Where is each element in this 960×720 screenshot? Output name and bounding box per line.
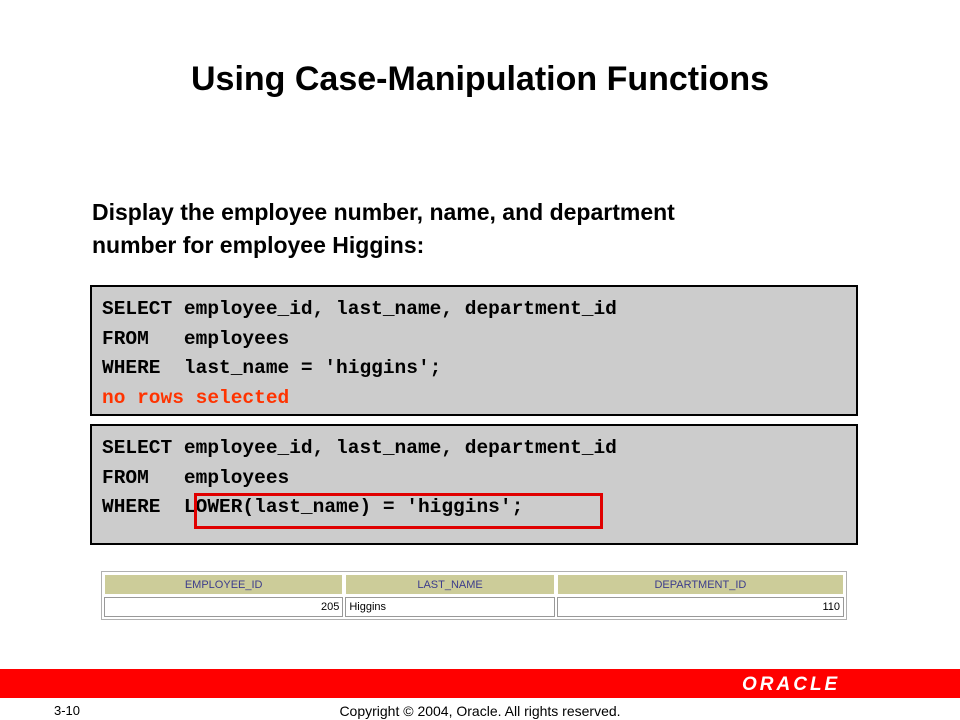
table-row: 205 Higgins 110 [104,597,844,617]
cell-employee-id: 205 [104,597,344,617]
cell-department-id: 110 [556,597,844,617]
intro-text: Display the employee number, name, and d… [92,196,872,262]
query2-line-1: SELECT employee_id, last_name, departmen… [102,437,617,459]
result-header-row: EMPLOYEE_ID LAST_NAME DEPARTMENT_ID [104,574,844,595]
slide-title: Using Case-Manipulation Functions [190,60,770,98]
query1-line-3: WHERE last_name = 'higgins'; [102,357,442,379]
intro-line-1: Display the employee number, name, and d… [92,199,675,225]
query-box-1: SELECT employee_id, last_name, departmen… [90,285,858,416]
column-header-last-name: LAST_NAME [345,574,555,595]
result-table: EMPLOYEE_ID LAST_NAME DEPARTMENT_ID 205 … [101,571,847,620]
query1-result-message: no rows selected [102,386,290,409]
cell-last-name: Higgins [345,597,555,617]
lower-function-highlight [194,493,603,529]
query1-line-2: FROM employees [102,327,290,350]
column-header-department-id: DEPARTMENT_ID [556,574,844,595]
intro-line-2: number for employee Higgins: [92,232,425,258]
query1-line-1: SELECT employee_id, last_name, departmen… [102,298,617,320]
copyright-text: Copyright © 2004, Oracle. All rights res… [339,703,621,719]
oracle-logo: ORACLE [742,674,841,695]
column-header-employee-id: EMPLOYEE_ID [104,574,344,595]
query2-line-2: FROM employees [102,466,290,489]
